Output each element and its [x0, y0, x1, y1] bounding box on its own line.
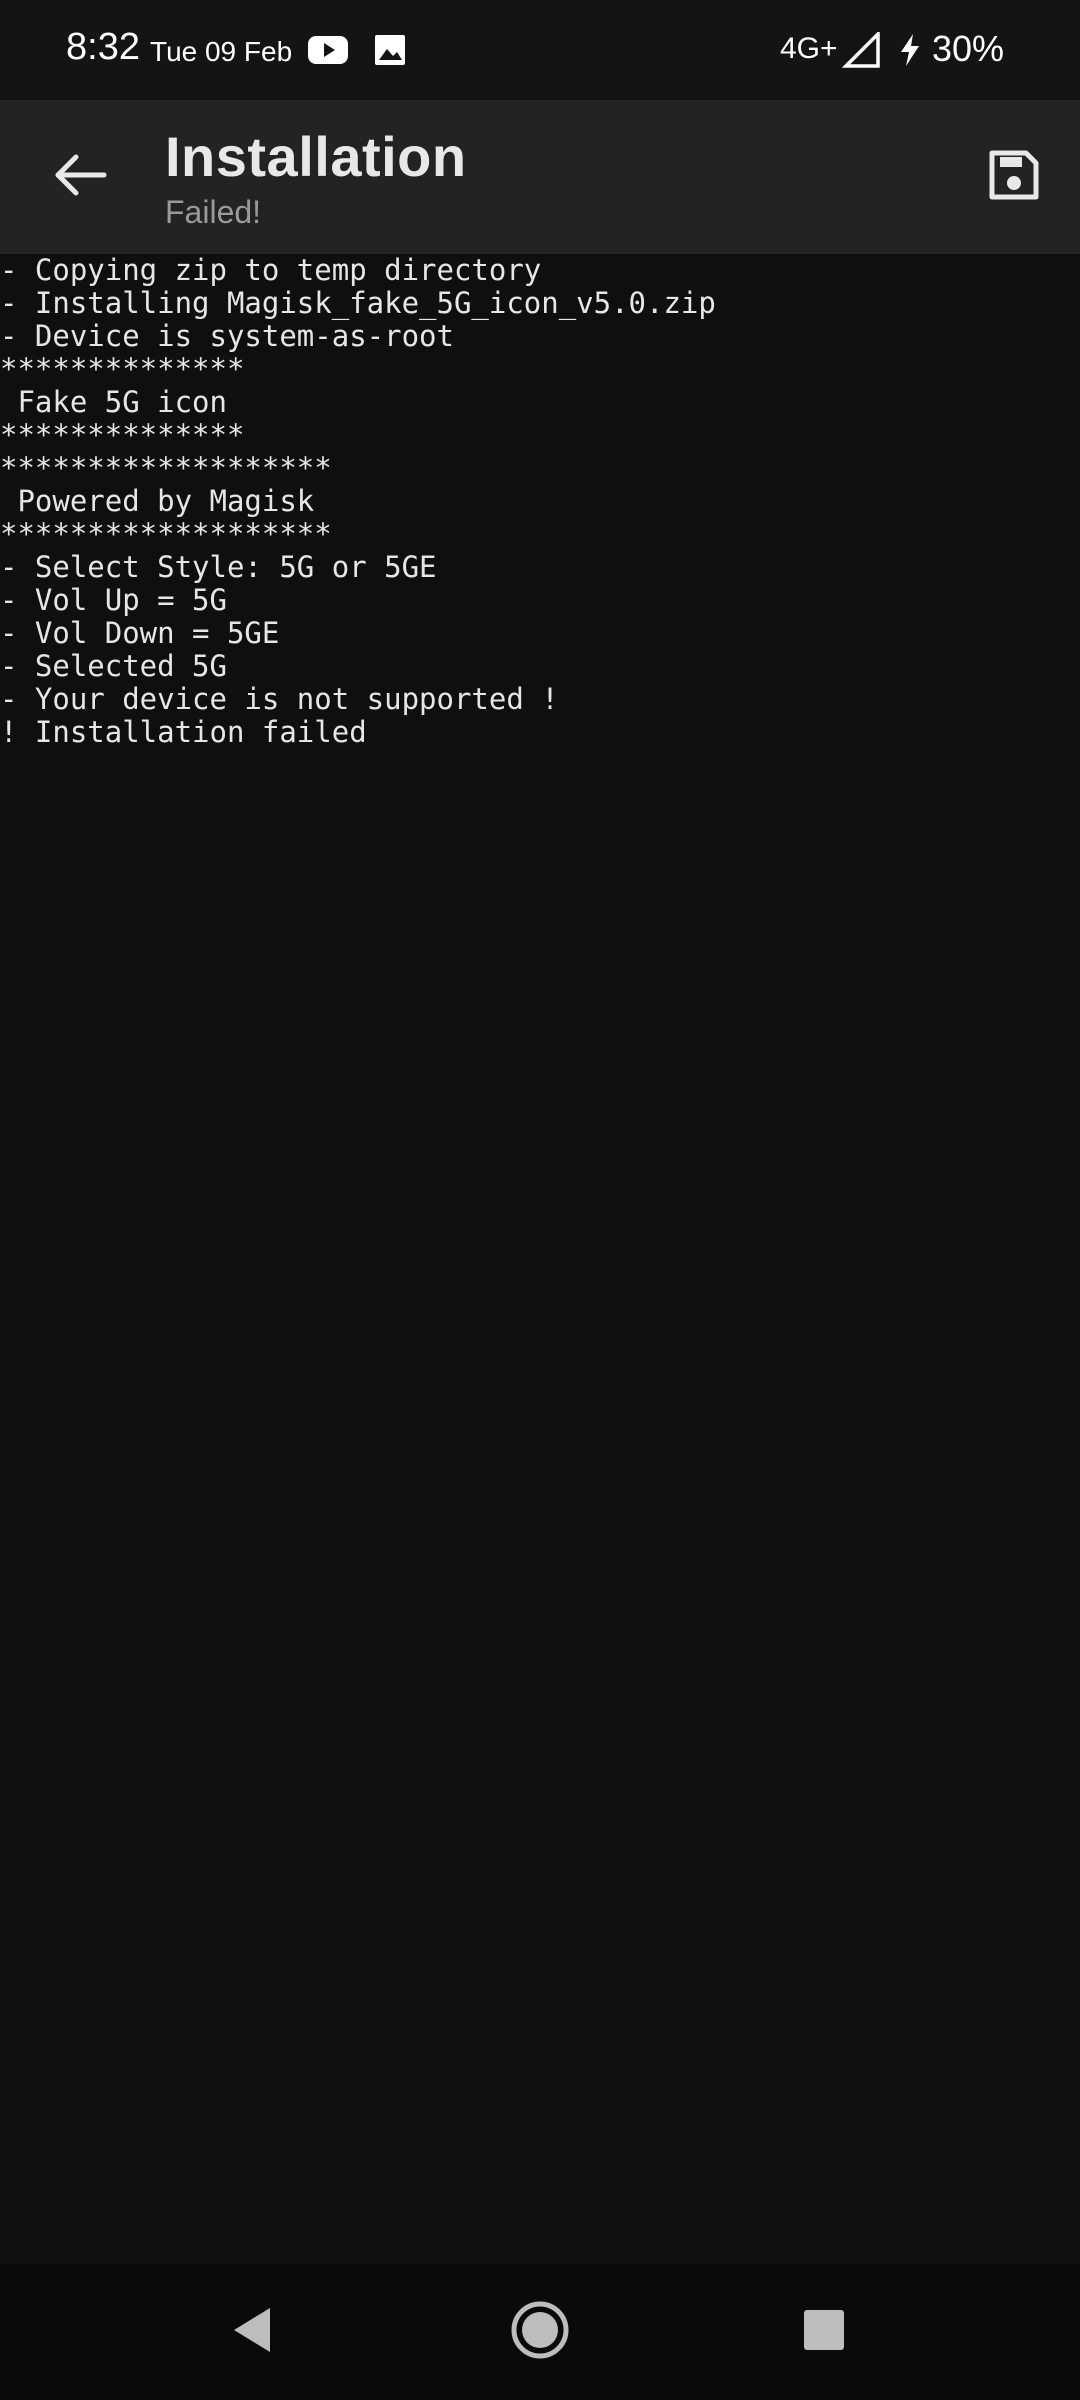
back-button[interactable] — [40, 137, 120, 217]
console-line: - Device is system-as-root — [0, 319, 454, 353]
recents-button[interactable] — [780, 2288, 868, 2376]
status-bar: 8:32 Tue 09 Feb 4G+ 30% — [0, 0, 1080, 100]
signal-icon — [841, 29, 882, 73]
image-icon — [372, 30, 408, 75]
navigation-bar — [0, 2264, 1080, 2400]
charging-icon — [896, 32, 924, 73]
console-line: Powered by Magisk — [0, 484, 315, 518]
console-line: ! Installation failed — [0, 715, 367, 749]
console-line: - Select Style: 5G or 5GE — [0, 550, 437, 584]
console-line: ******************* — [0, 517, 332, 551]
save-button[interactable] — [970, 137, 1058, 217]
console-line: Fake 5G icon — [0, 385, 227, 419]
nav-back-icon — [228, 2304, 276, 2361]
console-lines: - Copying zip to temp directory - Instal… — [0, 254, 716, 749]
status-time: 8:32 — [66, 26, 140, 68]
console-line: - Selected 5G — [0, 649, 227, 683]
console-line: - Installing Magisk_fake_5G_icon_v5.0.zi… — [0, 286, 716, 320]
page-title: Installation — [165, 125, 467, 188]
home-icon — [508, 2298, 572, 2367]
save-icon — [988, 149, 1040, 206]
console-line: ******************* — [0, 451, 332, 485]
network-type: 4G+ — [780, 32, 838, 65]
recents-icon — [800, 2306, 848, 2359]
console-line: ************** — [0, 352, 245, 386]
console-line: - Your device is not supported ! — [0, 682, 559, 716]
home-button[interactable] — [496, 2288, 584, 2376]
nav-back-button[interactable] — [208, 2288, 296, 2376]
console-output[interactable]: - Copying zip to temp directory - Instal… — [0, 254, 1080, 2264]
console-line: ************** — [0, 418, 245, 452]
console-line: - Vol Up = 5G — [0, 583, 227, 617]
console-line: - Vol Down = 5GE — [0, 616, 280, 650]
status-date: Tue 09 Feb — [150, 36, 293, 67]
page-subtitle: Failed! — [165, 194, 262, 230]
arrow-back-icon — [52, 153, 108, 202]
console-line: - Copying zip to temp directory — [0, 253, 542, 287]
battery-level: 30% — [932, 28, 1005, 69]
youtube-icon — [306, 30, 350, 75]
app-bar: Installation Failed! — [0, 100, 1080, 254]
